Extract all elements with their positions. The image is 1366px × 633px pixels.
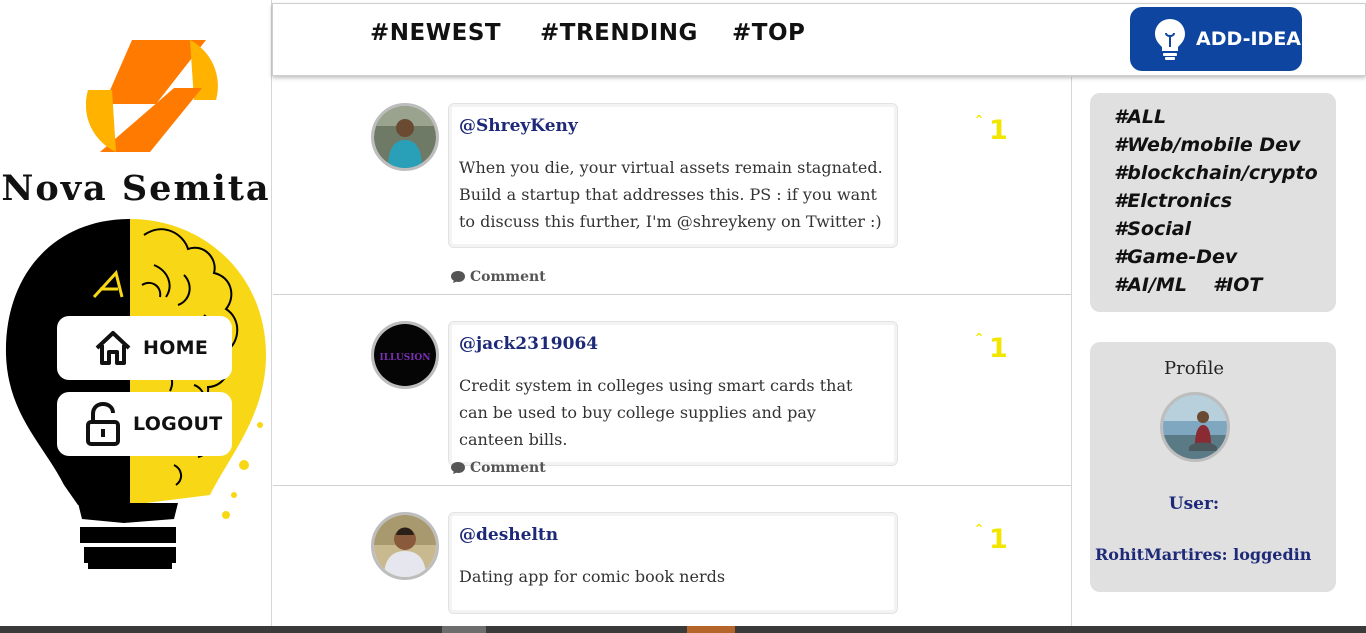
idea-feed: @ShreyKeny When you die, your virtual as… [273,77,1072,633]
tab-newest[interactable]: #NEWEST [370,20,501,46]
post-author-handle[interactable]: @ShreyKeny [459,116,883,136]
tag-web-mobile-dev[interactable]: #Web/mobile Dev [1114,131,1300,159]
profile-avatar[interactable] [1160,392,1230,462]
tag-all[interactable]: #ALL [1114,103,1166,131]
post-card: @ShreyKeny When you die, your virtual as… [448,103,898,248]
caret-up-icon: ˆ [975,113,983,132]
tag-electronics[interactable]: #Elctronics [1114,187,1232,215]
caret-up-icon: ˆ [975,522,983,541]
tag-game-dev[interactable]: #Game-Dev [1114,243,1237,271]
tag-blockchain-crypto[interactable]: #blockchain/crypto [1114,159,1318,187]
avatar[interactable] [371,103,439,171]
comment-button[interactable]: Comment [450,460,546,476]
post-author-handle[interactable]: @jack2319064 [459,334,883,354]
user-login-status[interactable]: RohitMartires: loggedin [1095,545,1311,564]
unlock-icon [79,400,127,448]
category-tags: #ALL #Web/mobile Dev #blockchain/crypto … [1090,93,1336,312]
comment-icon [451,462,465,474]
brand-logo [86,40,218,152]
left-sidebar: Nova Semita HOME LOGOUT [0,0,272,633]
comment-icon [451,271,465,283]
avatar[interactable]: ILLUSION [371,321,439,389]
brand-name: Nova Semita [1,168,271,209]
home-icon [89,324,137,372]
logout-button[interactable]: LOGOUT [57,392,232,456]
tag-ai-ml[interactable]: #AI/ML [1114,271,1187,299]
comment-button[interactable]: Comment [450,269,546,285]
caret-up-icon: ˆ [975,331,983,350]
strip-segment [442,626,486,633]
tag-social[interactable]: #Social [1114,215,1191,243]
comment-label: Comment [470,460,546,476]
avatar-text: ILLUSION [380,353,431,363]
post-text: Credit system in colleges using smart ca… [459,376,853,449]
strip-segment [687,626,735,633]
post-item: @desheltn Dating app for comic book nerd… [273,486,1071,633]
avatar[interactable] [371,512,439,580]
vote-count: 1 [989,524,1008,555]
right-panel: #ALL #Web/mobile Dev #blockchain/crypto … [1073,77,1366,633]
bottom-strip [0,626,1366,633]
top-navigation-bar: #NEWEST #TRENDING #TOP ADD-IDEA [272,3,1366,76]
user-label: User: [1168,494,1220,514]
post-item: @ShreyKeny When you die, your virtual as… [273,77,1071,295]
upvote-button[interactable]: ˆ 1 [975,331,1008,364]
upvote-button[interactable]: ˆ 1 [975,522,1008,555]
vote-count: 1 [989,115,1008,146]
profile-title: Profile [1164,358,1224,379]
post-text: When you die, your virtual assets remain… [459,158,883,231]
profile-card: Profile User: RohitMartires: loggedin [1090,342,1336,592]
vote-count: 1 [989,333,1008,364]
home-label: HOME [143,337,209,359]
home-button[interactable]: HOME [57,316,232,380]
tab-trending[interactable]: #TRENDING [540,20,698,46]
upvote-button[interactable]: ˆ 1 [975,113,1008,146]
add-idea-button[interactable]: ADD-IDEA [1130,7,1302,71]
post-author-handle[interactable]: @desheltn [459,525,883,545]
lightbulb-icon [1155,19,1185,60]
logout-label: LOGOUT [133,413,223,435]
post-card: @desheltn Dating app for comic book nerd… [448,512,898,614]
add-idea-label: ADD-IDEA [1196,28,1302,50]
post-text: Dating app for comic book nerds [459,567,726,586]
tab-top[interactable]: #TOP [732,20,805,46]
tag-iot[interactable]: #IOT [1213,271,1262,299]
post-item: ILLUSION @jack2319064 Credit system in c… [273,295,1071,486]
post-card: @jack2319064 Credit system in colleges u… [448,321,898,466]
comment-label: Comment [470,269,546,285]
